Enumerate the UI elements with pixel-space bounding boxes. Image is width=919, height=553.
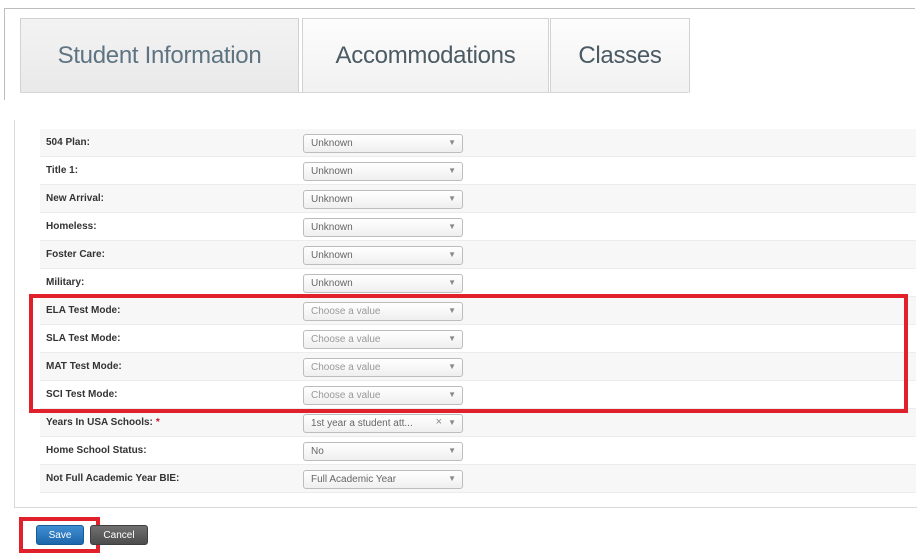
select-value: 1st year a student att... [311, 418, 413, 429]
select-value: Unknown [311, 222, 353, 233]
tab-bar: Student Information Accommodations Class… [20, 18, 690, 93]
field-label-text: Home School Status: [46, 445, 147, 456]
save-button[interactable]: Save [36, 525, 84, 545]
form-row: Not Full Academic Year BIE: Full Academic… [40, 465, 916, 493]
field-label-text: New Arrival: [46, 193, 104, 204]
select-value: Unknown [311, 166, 353, 177]
form-row: Homeless: Unknown ▼ [40, 213, 916, 241]
form-row: New Arrival: Unknown ▼ [40, 185, 916, 213]
field-label-text: Homeless: [46, 221, 97, 232]
tab-frame-border-left [4, 8, 5, 100]
select-value: Full Academic Year [311, 474, 397, 485]
form-row: 504 Plan: Unknown ▼ [40, 129, 916, 157]
field-label: 504 Plan: [46, 137, 90, 148]
chevron-down-icon: ▼ [448, 446, 456, 455]
field-select[interactable]: 1st year a student att... × ▼ [303, 414, 463, 433]
select-value: Unknown [311, 194, 353, 205]
chevron-down-icon: ▼ [448, 474, 456, 483]
field-label-text: Title 1: [46, 165, 79, 176]
chevron-down-icon: ▼ [448, 222, 456, 231]
field-select[interactable]: Unknown ▼ [303, 162, 463, 181]
form-row: Years In USA Schools: * 1st year a student… [40, 409, 916, 437]
form-row: Home School Status: No ▼ [40, 437, 916, 465]
field-label-text: 504 Plan: [46, 137, 90, 148]
select-value: Unknown [311, 250, 353, 261]
field-label-text: Foster Care: [46, 249, 105, 260]
field-label: Not Full Academic Year BIE: [46, 473, 179, 484]
tab-student-information[interactable]: Student Information [20, 18, 299, 93]
test-mode-highlight [29, 294, 908, 413]
field-label: Years In USA Schools: * [46, 417, 160, 428]
field-select[interactable]: Unknown ▼ [303, 190, 463, 209]
select-value: Unknown [311, 138, 353, 149]
tab-frame-border [4, 8, 915, 9]
field-select[interactable]: No ▼ [303, 442, 463, 461]
cancel-button[interactable]: Cancel [90, 525, 148, 545]
field-label: Military: [46, 277, 84, 288]
chevron-down-icon: ▼ [448, 138, 456, 147]
clear-selection-icon[interactable]: × [436, 416, 442, 428]
select-value: Unknown [311, 278, 353, 289]
form-row: Title 1: Unknown ▼ [40, 157, 916, 185]
chevron-down-icon: ▼ [448, 166, 456, 175]
tab-accommodations[interactable]: Accommodations [302, 18, 549, 93]
field-label-text: Years In USA Schools: [46, 417, 153, 428]
required-marker: * [155, 417, 160, 428]
tab-underline [20, 92, 688, 93]
field-label-text: Not Full Academic Year BIE: [46, 473, 180, 484]
form-row: Foster Care: Unknown ▼ [40, 241, 916, 269]
field-select[interactable]: Unknown ▼ [303, 274, 463, 293]
chevron-down-icon: ▼ [448, 418, 456, 427]
field-label: Home School Status: [46, 445, 147, 456]
field-label: Foster Care: [46, 249, 105, 260]
field-select[interactable]: Unknown ▼ [303, 218, 463, 237]
field-label-text: Military: [46, 277, 85, 288]
form-row: Military: Unknown ▼ [40, 269, 916, 297]
chevron-down-icon: ▼ [448, 250, 456, 259]
field-label: Homeless: [46, 221, 97, 232]
field-label: New Arrival: [46, 193, 104, 204]
field-select[interactable]: Unknown ▼ [303, 246, 463, 265]
field-select[interactable]: Full Academic Year ▼ [303, 470, 463, 489]
field-label: Title 1: [46, 165, 78, 176]
field-select[interactable]: Unknown ▼ [303, 134, 463, 153]
chevron-down-icon: ▼ [448, 278, 456, 287]
select-value: No [311, 446, 324, 457]
tab-classes[interactable]: Classes [550, 18, 690, 93]
chevron-down-icon: ▼ [448, 194, 456, 203]
